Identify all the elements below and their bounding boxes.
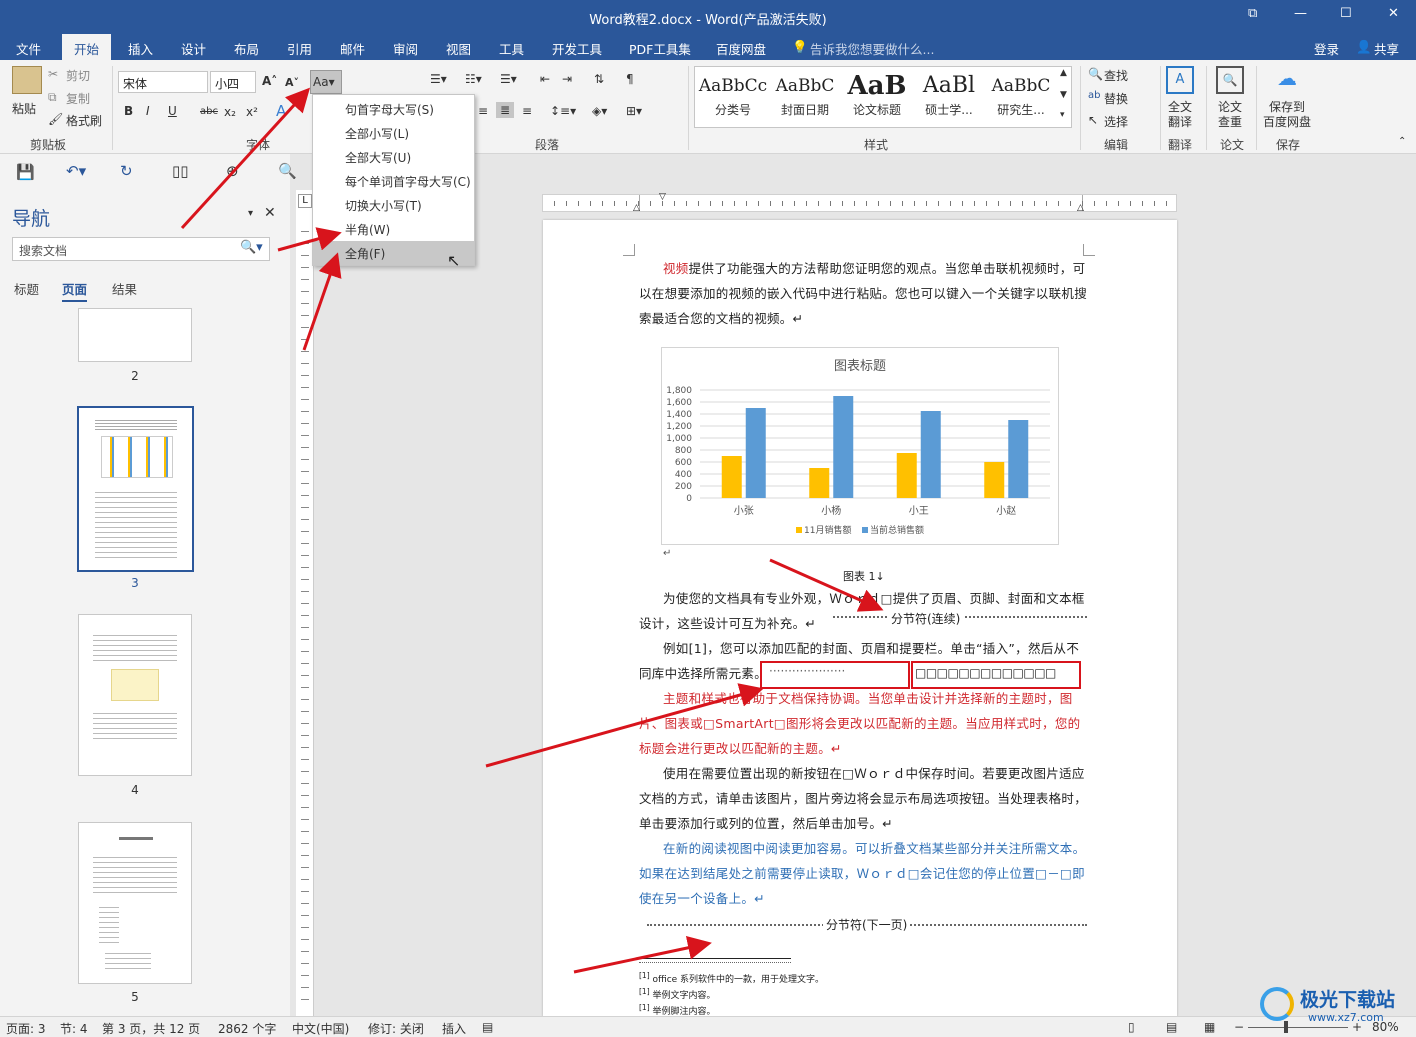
macro-record-icon[interactable]: ▤	[482, 1020, 493, 1034]
status-page[interactable]: 页面: 3	[6, 1020, 46, 1037]
arrow-to-footnote	[573, 935, 712, 974]
zoom-out-icon[interactable]: −	[1234, 1020, 1244, 1034]
arrow-to-fullwidth	[302, 252, 342, 351]
status-bar: 页面: 3 节: 4 第 3 页，共 12 页 2862 个字 中文(中国) 修…	[0, 1016, 1416, 1037]
zoom-slider[interactable]	[1248, 1027, 1348, 1028]
arrow-to-dots	[485, 683, 764, 768]
status-page-count[interactable]: 第 3 页，共 12 页	[102, 1020, 200, 1037]
status-section[interactable]: 节: 4	[60, 1020, 88, 1037]
print-layout-icon[interactable]: ▤	[1166, 1020, 1177, 1034]
watermark: 极光下载站 www.xz7.com	[1260, 985, 1410, 1025]
watermark-text: 极光下载站	[1300, 989, 1396, 1011]
status-track-changes[interactable]: 修订: 关闭	[368, 1020, 424, 1037]
arrow-to-word	[769, 558, 884, 612]
web-layout-icon[interactable]: ▦	[1204, 1020, 1215, 1034]
read-mode-icon[interactable]: ▯	[1128, 1020, 1135, 1034]
annotation-overlay	[180, 87, 884, 974]
arrow-to-change-case	[180, 87, 311, 230]
status-word-count[interactable]: 2862 个字	[218, 1020, 276, 1037]
status-language[interactable]: 中文(中国)	[292, 1020, 349, 1037]
arrow-to-halfwidth	[277, 227, 342, 252]
watermark-url: www.xz7.com	[1308, 1011, 1384, 1024]
status-insert-mode[interactable]: 插入	[442, 1020, 466, 1037]
watermark-logo	[1260, 987, 1294, 1021]
